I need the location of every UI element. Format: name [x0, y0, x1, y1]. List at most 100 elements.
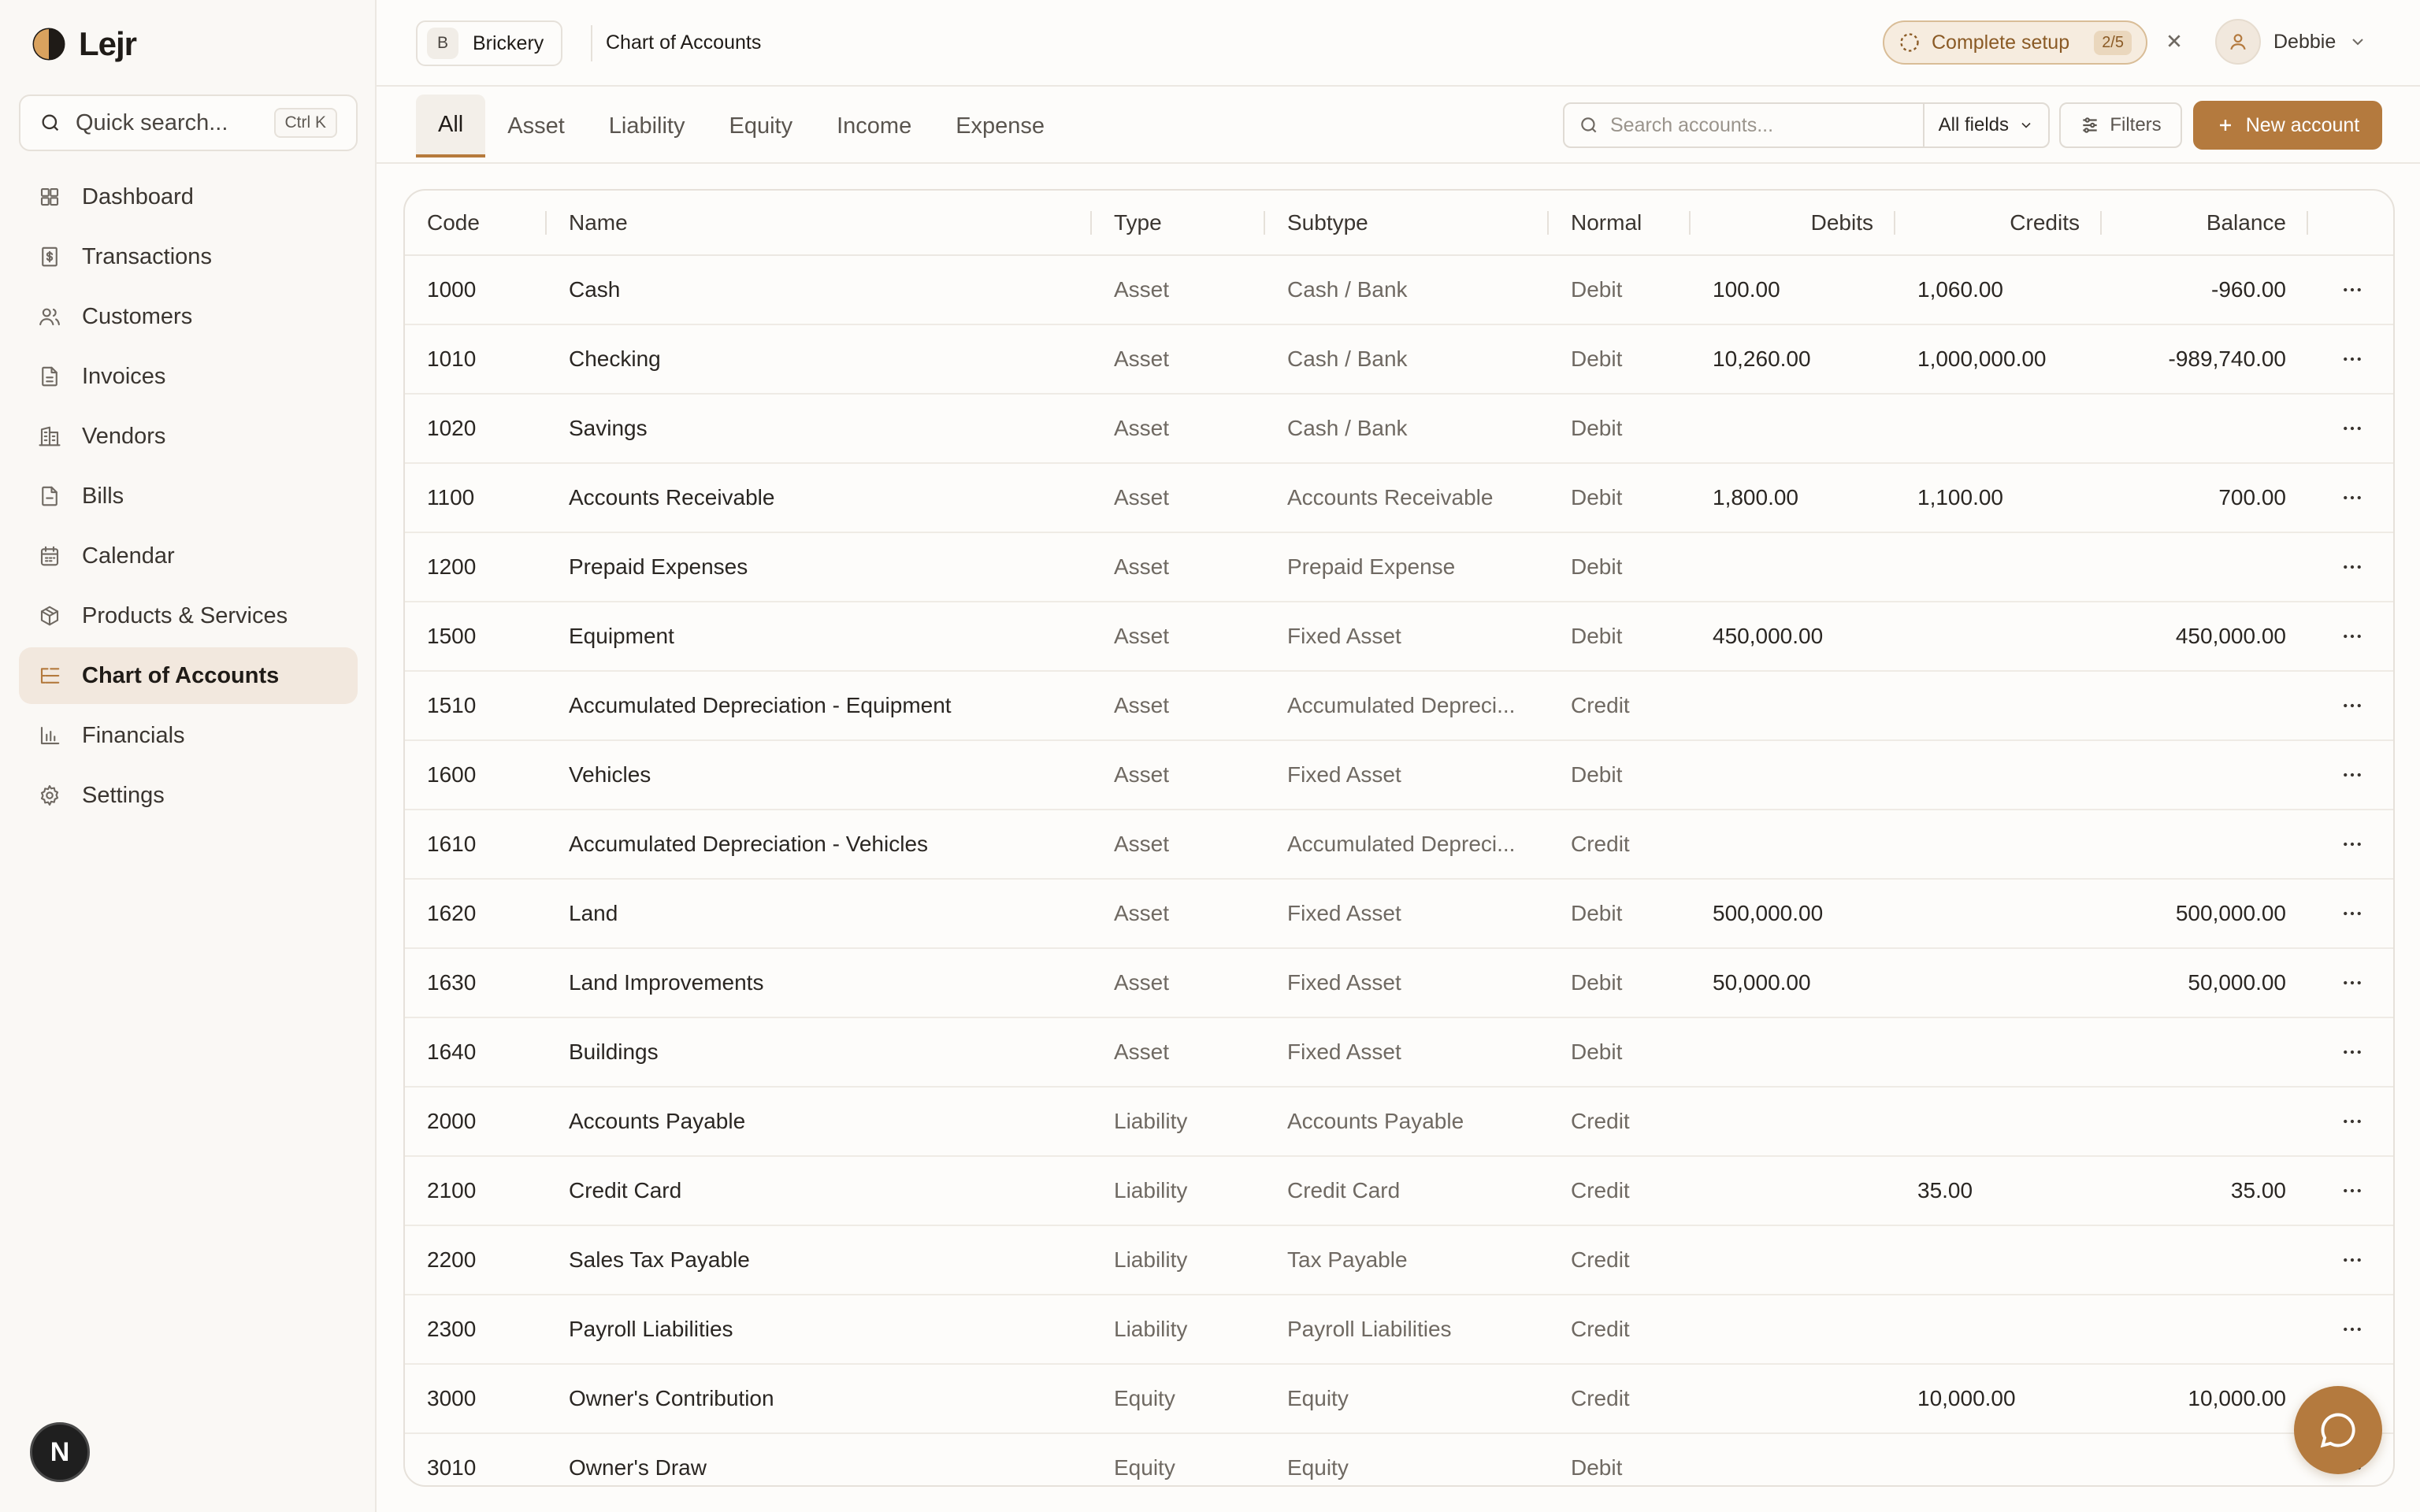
- table-row[interactable]: 1630 Land Improvements Asset Fixed Asset Deb…: [405, 948, 2393, 1018]
- sidebar-item-label: Financials: [82, 722, 185, 748]
- cell-name: Buildings: [547, 1017, 1092, 1088]
- table-row[interactable]: 1000 Cash Asset Cash / Bank Debit 100.00 1,060…: [405, 255, 2393, 325]
- sidebar-item-chart-of-accounts[interactable]: Chart of Accounts: [19, 647, 358, 704]
- table-row[interactable]: 3000 Owner's Contribution Equity Equity Cred…: [405, 1364, 2393, 1434]
- close-icon[interactable]: [2162, 28, 2187, 54]
- row-actions[interactable]: [2308, 1156, 2393, 1226]
- divider: [591, 25, 592, 61]
- sidebar-item-products-and-services[interactable]: Products & Services: [19, 587, 358, 644]
- more-horizontal-icon: [2344, 842, 2361, 847]
- sidebar-item-calendar[interactable]: Calendar: [19, 528, 358, 584]
- tab-all[interactable]: All: [416, 94, 486, 158]
- column-header-normal[interactable]: Normal: [1549, 191, 1691, 256]
- column-header-name[interactable]: Name: [547, 191, 1092, 256]
- tab-income[interactable]: Income: [815, 94, 933, 158]
- workspace-badge: B: [427, 28, 458, 59]
- table-row[interactable]: 1620 Land Asset Fixed Asset Debit 500,000.00 5…: [405, 879, 2393, 949]
- row-actions[interactable]: [2308, 602, 2393, 672]
- row-actions[interactable]: [2308, 1017, 2393, 1088]
- search-accounts-input[interactable]: [1610, 104, 1923, 146]
- table-row[interactable]: 1510 Accumulated Depreciation - Equipment…: [405, 671, 2393, 741]
- search-field-select[interactable]: All fields: [1922, 104, 2048, 146]
- cell-credits: [1895, 1295, 2102, 1365]
- table-row[interactable]: 3010 Owner's Draw Equity Equity Debit: [405, 1433, 2393, 1485]
- cell-code: 2200: [405, 1225, 547, 1295]
- column-header-code[interactable]: Code: [405, 191, 547, 256]
- row-actions[interactable]: [2308, 255, 2393, 325]
- cell-normal: Debit: [1549, 532, 1691, 602]
- row-actions[interactable]: [2308, 810, 2393, 880]
- column-header-label: Debits: [1810, 209, 1873, 235]
- table-row[interactable]: 1610 Accumulated Depreciation - Vehicles A…: [405, 810, 2393, 880]
- new-account-button[interactable]: New account: [2193, 101, 2382, 150]
- tab-equity[interactable]: Equity: [707, 94, 815, 158]
- table-row[interactable]: 1640 Buildings Asset Fixed Asset Debit: [405, 1017, 2393, 1088]
- sidebar-item-vendors[interactable]: Vendors: [19, 408, 358, 465]
- cell-type: Liability: [1092, 1087, 1265, 1157]
- cell-balance: [2102, 671, 2308, 741]
- table-row[interactable]: 1100 Accounts Receivable Asset Accounts Rec…: [405, 463, 2393, 533]
- row-actions[interactable]: [2308, 1295, 2393, 1365]
- footer-badge[interactable]: N: [30, 1422, 90, 1482]
- chevron-down-icon: [2352, 39, 2363, 46]
- quick-search[interactable]: Quick search... Ctrl K: [19, 94, 358, 151]
- row-actions[interactable]: [2308, 1087, 2393, 1157]
- cell-credits: [1895, 1433, 2102, 1485]
- chat-button[interactable]: [2294, 1386, 2382, 1474]
- tab-asset[interactable]: Asset: [485, 94, 587, 158]
- cell-type: Asset: [1092, 602, 1265, 672]
- row-actions[interactable]: [2308, 463, 2393, 533]
- cell-debits: [1691, 1295, 1895, 1365]
- cell-name: Accounts Payable: [547, 1087, 1092, 1157]
- more-horizontal-icon: [2344, 1050, 2361, 1054]
- column-header-credits[interactable]: Credits: [1895, 191, 2102, 256]
- cell-name: Savings: [547, 394, 1092, 464]
- cell-type: Asset: [1092, 671, 1265, 741]
- row-actions[interactable]: [2308, 1225, 2393, 1295]
- column-header-subtype[interactable]: Subtype: [1265, 191, 1549, 256]
- row-actions[interactable]: [2308, 324, 2393, 395]
- sidebar-item-customers[interactable]: Customers: [19, 288, 358, 345]
- tab-expense[interactable]: Expense: [933, 94, 1067, 158]
- sidebar-item-bills[interactable]: Bills: [19, 468, 358, 524]
- building-icon: [39, 426, 61, 447]
- table-row[interactable]: 1010 Checking Asset Cash / Bank Debit 10,260.…: [405, 324, 2393, 395]
- filters-button[interactable]: Filters: [2059, 102, 2182, 148]
- user-menu[interactable]: Debbie: [2215, 19, 2367, 65]
- tab-liability[interactable]: Liability: [587, 94, 707, 158]
- sidebar-item-financials[interactable]: Financials: [19, 707, 358, 764]
- cell-credits: 1,060.00: [1895, 255, 2102, 325]
- cell-balance: [2102, 1017, 2308, 1088]
- sidebar-item-dashboard[interactable]: Dashboard: [19, 169, 358, 225]
- table-row[interactable]: 1020 Savings Asset Cash / Bank Debit: [405, 394, 2393, 464]
- cell-subtype: Fixed Asset: [1265, 740, 1549, 810]
- table-row[interactable]: 1500 Equipment Asset Fixed Asset Debit 450,00…: [405, 602, 2393, 672]
- cell-type: Asset: [1092, 879, 1265, 949]
- table-row[interactable]: 1200 Prepaid Expenses Asset Prepaid Expense…: [405, 532, 2393, 602]
- table-row[interactable]: 2100 Credit Card Liability Credit Card Credi…: [405, 1156, 2393, 1226]
- row-actions[interactable]: [2308, 740, 2393, 810]
- column-header-balance[interactable]: Balance: [2102, 191, 2308, 256]
- table-row[interactable]: 1600 Vehicles Asset Fixed Asset Debit: [405, 740, 2393, 810]
- row-actions[interactable]: [2308, 532, 2393, 602]
- more-horizontal-icon: [2344, 773, 2361, 777]
- cell-subtype: Accounts Payable: [1265, 1087, 1549, 1157]
- row-actions[interactable]: [2308, 671, 2393, 741]
- cell-subtype: Cash / Bank: [1265, 255, 1549, 325]
- row-actions[interactable]: [2308, 394, 2393, 464]
- row-actions[interactable]: [2308, 948, 2393, 1018]
- complete-setup-button[interactable]: Complete setup 2/5: [1883, 20, 2147, 65]
- workspace-switcher[interactable]: B Brickery: [416, 20, 563, 66]
- more-horizontal-icon: [2344, 357, 2361, 361]
- table-row[interactable]: 2200 Sales Tax Payable Liability Tax Payabl…: [405, 1225, 2393, 1295]
- table-row[interactable]: 2300 Payroll Liabilities Liability Payroll …: [405, 1295, 2393, 1365]
- sidebar-item-settings[interactable]: Settings: [19, 767, 358, 824]
- sidebar-item-invoices[interactable]: Invoices: [19, 348, 358, 405]
- column-header-debits[interactable]: Debits: [1691, 191, 1895, 256]
- cell-balance: -989,740.00: [2102, 324, 2308, 395]
- sidebar-item-transactions[interactable]: Transactions: [19, 228, 358, 285]
- row-actions[interactable]: [2308, 879, 2393, 949]
- table-row[interactable]: 2000 Accounts Payable Liability Accounts Pa…: [405, 1087, 2393, 1157]
- column-header-type[interactable]: Type: [1092, 191, 1265, 256]
- brand[interactable]: Lejr: [32, 25, 137, 63]
